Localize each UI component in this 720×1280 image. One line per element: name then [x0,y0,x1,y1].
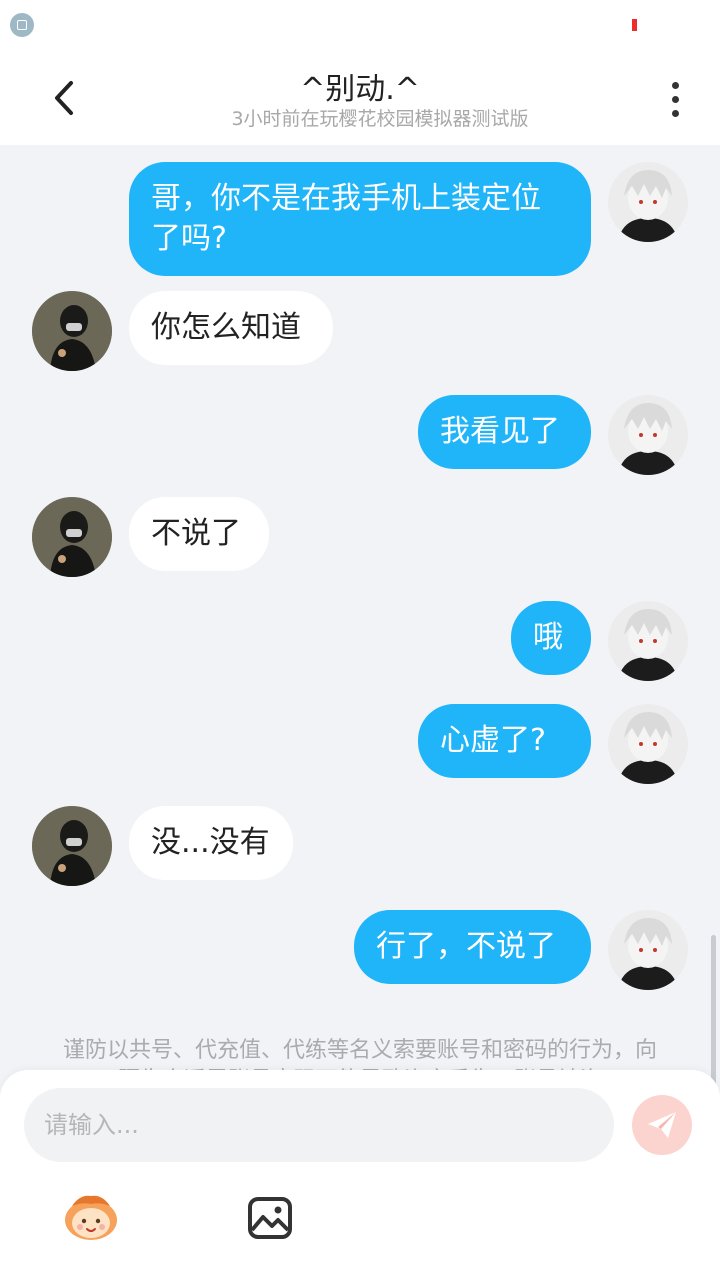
send-button[interactable] [632,1095,692,1155]
more-options-button[interactable] [662,78,690,120]
message-bubble[interactable]: 我看见了 [418,395,591,469]
contact-avatar[interactable] [32,806,112,886]
message-input[interactable] [24,1088,614,1162]
my-avatar[interactable] [608,395,688,475]
my-avatar[interactable] [608,910,688,990]
status-bar [0,0,720,52]
recording-indicator [632,19,637,31]
contact-avatar[interactable] [32,497,112,577]
my-avatar[interactable] [608,601,688,681]
emoji-face-icon [65,1195,117,1240]
chat-header: ^别动.^ 3小时前在玩樱花校园模拟器测试版 [0,52,720,145]
message-bubble[interactable]: 行了，不说了 [354,910,591,984]
message-bubble[interactable]: 心虚了? [418,704,591,778]
image-button[interactable] [247,1196,293,1240]
my-avatar[interactable] [608,162,688,242]
message-bubble[interactable]: 没...没有 [129,806,293,880]
message-bubble[interactable]: 哦 [511,601,591,675]
contact-avatar[interactable] [32,291,112,371]
my-avatar[interactable] [608,704,688,784]
chat-title: ^别动.^ [300,72,420,107]
emoji-button[interactable] [62,1192,120,1242]
paper-plane-icon [648,1112,676,1138]
message-bubble[interactable]: 不说了 [129,497,269,571]
message-bubble[interactable]: 哥，你不是在我手机上装定位了吗? [129,162,591,276]
message-list[interactable]: 哥，你不是在我手机上装定位了吗? 你怎么知道 我看见了 不说了 哦 心虚了? 没… [0,145,720,1175]
image-icon [248,1197,292,1239]
image-off-icon [10,13,34,37]
message-bubble[interactable]: 你怎么知道 [129,291,333,365]
chat-subtitle: 3小时前在玩樱花校园模拟器测试版 [231,108,529,130]
input-panel [0,1070,720,1280]
